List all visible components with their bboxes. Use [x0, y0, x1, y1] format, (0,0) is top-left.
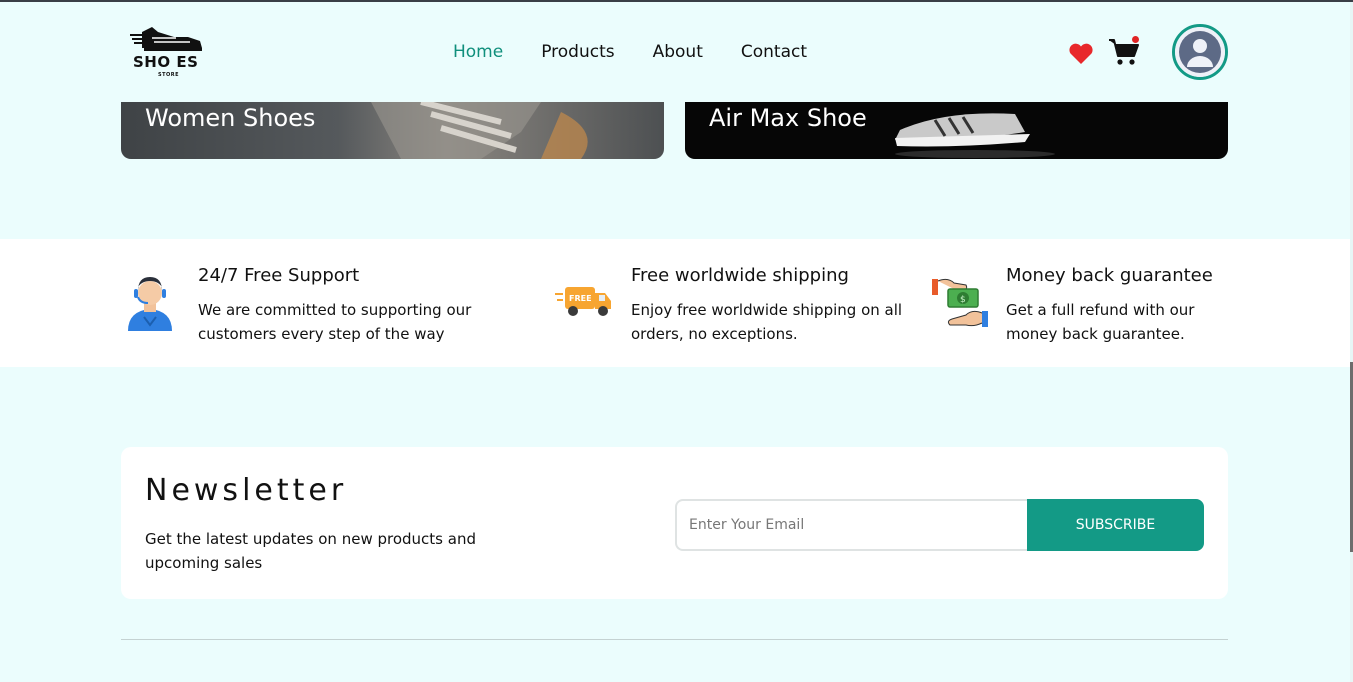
newsletter-email-input[interactable] [675, 499, 1031, 551]
delivery-truck-icon: FREE [555, 287, 611, 316]
banner-title: Air Max Shoe [709, 104, 867, 132]
newsletter-card: Newsletter Get the latest updates on new… [121, 447, 1228, 599]
nav-home[interactable]: Home [453, 42, 503, 62]
features-section: 24/7 Free Support We are committed to su… [0, 239, 1350, 367]
feature-title: 24/7 Free Support [198, 265, 360, 286]
logo-subtitle: STORE [158, 72, 180, 78]
banner-air-max-shoe[interactable]: Air Max Shoe [685, 102, 1228, 159]
subscribe-button[interactable]: SUBSCRIBE [1027, 499, 1204, 551]
feature-title: Free worldwide shipping [631, 265, 849, 286]
nav-contact[interactable]: Contact [741, 42, 807, 62]
feature-description: Get a full refund with our money back gu… [1006, 301, 1195, 343]
banner-women-shoes[interactable]: Women Shoes [121, 102, 664, 159]
profile-avatar[interactable] [1172, 24, 1228, 80]
avatar-icon [1175, 27, 1225, 77]
svg-text:$: $ [960, 295, 966, 305]
newsletter-title: Newsletter [145, 473, 348, 508]
nav-products[interactable]: Products [541, 42, 614, 62]
main-nav: Home Products About Contact [453, 42, 807, 62]
sneaker-logo-icon [130, 27, 202, 51]
feature-description: Enjoy free worldwide shipping on all ord… [631, 301, 903, 343]
heart-icon[interactable] [1068, 42, 1094, 66]
nav-about[interactable]: About [653, 42, 703, 62]
newsletter-description: Get the latest updates on new products a… [145, 530, 476, 572]
banner-title: Women Shoes [145, 104, 316, 132]
money-back-icon: $ [932, 278, 988, 327]
logo-wordmark: SHO ES [133, 53, 199, 71]
svg-text:FREE: FREE [569, 294, 592, 303]
site-header: SHO ES STORE Home Products About Contact [0, 2, 1350, 102]
feature-title: Money back guarantee [1006, 265, 1213, 286]
cart-notification-dot [1132, 36, 1139, 43]
footer-divider [121, 639, 1228, 640]
shoes-store-logo[interactable]: SHO ES STORE [130, 24, 206, 82]
feature-description: We are committed to supporting our custo… [198, 301, 472, 343]
support-agent-icon [128, 277, 172, 331]
